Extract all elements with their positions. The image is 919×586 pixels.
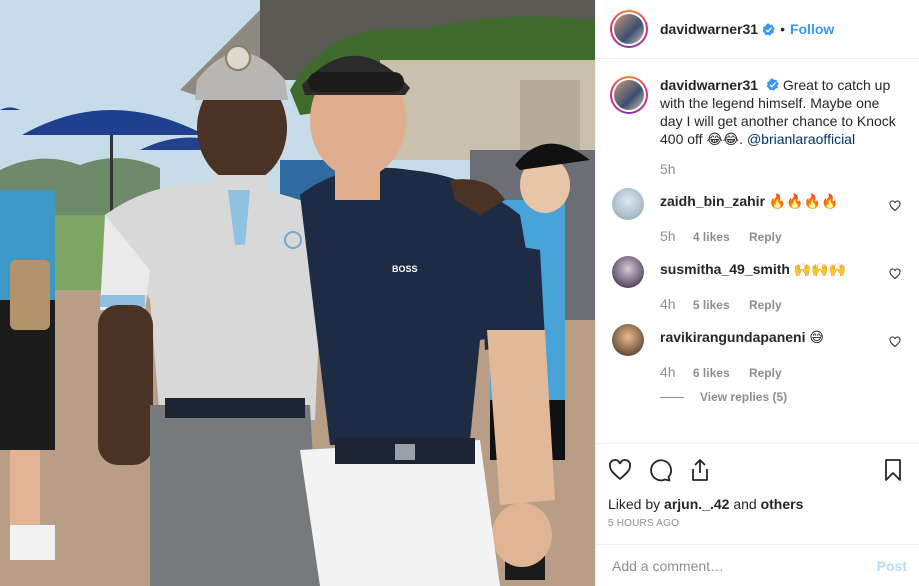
heart-icon[interactable] (608, 458, 632, 482)
post-actions: Liked by arjun._.42 and others 5 HOURS A… (596, 443, 919, 529)
add-comment-input[interactable] (612, 557, 877, 574)
bookmark-icon[interactable] (881, 458, 905, 482)
view-replies-label: View replies (5) (700, 390, 788, 404)
instagram-post: BOSS davidwarner31 • Follow davidwarner3… (0, 0, 919, 586)
commenter-username[interactable]: ravikirangundapaneni (660, 329, 805, 345)
comment-item: ravikirangundapaneni 😅 4h 6 likes Reply (610, 324, 905, 380)
commenter-avatar[interactable] (612, 256, 644, 288)
comment-time: 4h (660, 364, 676, 380)
caption-time: 5h (660, 161, 676, 177)
post-photo-illustration: BOSS (0, 0, 595, 586)
comment-likes[interactable]: 5 likes (693, 298, 730, 312)
comment-text: 🙌🙌🙌 (793, 261, 847, 277)
header-separator: • (780, 21, 785, 37)
caption-avatar[interactable] (610, 76, 648, 114)
comment-text: 🔥🔥🔥🔥 (768, 193, 839, 209)
caption-mention[interactable]: @brianlaraofficial (747, 131, 855, 147)
like-comment-heart-icon[interactable] (889, 200, 901, 212)
comment-time: 4h (660, 296, 676, 312)
comment-likes[interactable]: 6 likes (693, 366, 730, 380)
comment-time: 5h (660, 228, 676, 244)
caption: davidwarner31 Great to catch up with the… (610, 76, 905, 178)
comment-icon[interactable] (648, 458, 672, 482)
author-avatar[interactable] (610, 10, 648, 48)
comments-section: davidwarner31 Great to catch up with the… (596, 60, 919, 443)
commenter-avatar[interactable] (612, 188, 644, 220)
comment-item: zaidh_bin_zahir 🔥🔥🔥🔥 5h 4 likes Reply (610, 188, 905, 244)
replies-divider (660, 396, 684, 398)
post-side-panel: davidwarner31 • Follow davidwarner31 Gre… (595, 0, 919, 586)
caption-username[interactable]: davidwarner31 (660, 77, 758, 93)
post-photo[interactable]: BOSS (0, 0, 595, 586)
share-icon[interactable] (688, 458, 712, 482)
verified-badge-icon (762, 22, 775, 36)
liked-prefix: Liked by (608, 496, 661, 512)
reply-button[interactable]: Reply (749, 298, 782, 312)
post-header: davidwarner31 • Follow (596, 0, 919, 59)
like-comment-heart-icon[interactable] (889, 268, 901, 280)
boss-logo: BOSS (392, 264, 418, 274)
comment-likes[interactable]: 4 likes (693, 230, 730, 244)
commenter-avatar[interactable] (612, 324, 644, 356)
post-timestamp[interactable]: 5 HOURS AGO (608, 518, 905, 529)
reply-button[interactable]: Reply (749, 230, 782, 244)
post-comment-button[interactable]: Post (877, 558, 907, 574)
follow-button[interactable]: Follow (790, 21, 834, 37)
view-replies-button[interactable]: View replies (5) (660, 390, 905, 404)
liked-user[interactable]: arjun._.42 (664, 496, 729, 512)
liked-others[interactable]: others (761, 496, 804, 512)
commenter-username[interactable]: zaidh_bin_zahir (660, 193, 765, 209)
commenter-username[interactable]: susmitha_49_smith (660, 261, 790, 277)
author-username[interactable]: davidwarner31 (660, 21, 758, 37)
comment-item: susmitha_49_smith 🙌🙌🙌 4h 5 likes Reply (610, 256, 905, 312)
like-comment-heart-icon[interactable] (889, 336, 901, 348)
verified-badge-icon (766, 78, 779, 91)
liked-and: and (733, 496, 757, 512)
add-comment-bar: Post (596, 544, 919, 586)
liked-by: Liked by arjun._.42 and others (608, 496, 905, 512)
comment-text: 😅 (809, 329, 824, 345)
reply-button[interactable]: Reply (749, 366, 782, 380)
